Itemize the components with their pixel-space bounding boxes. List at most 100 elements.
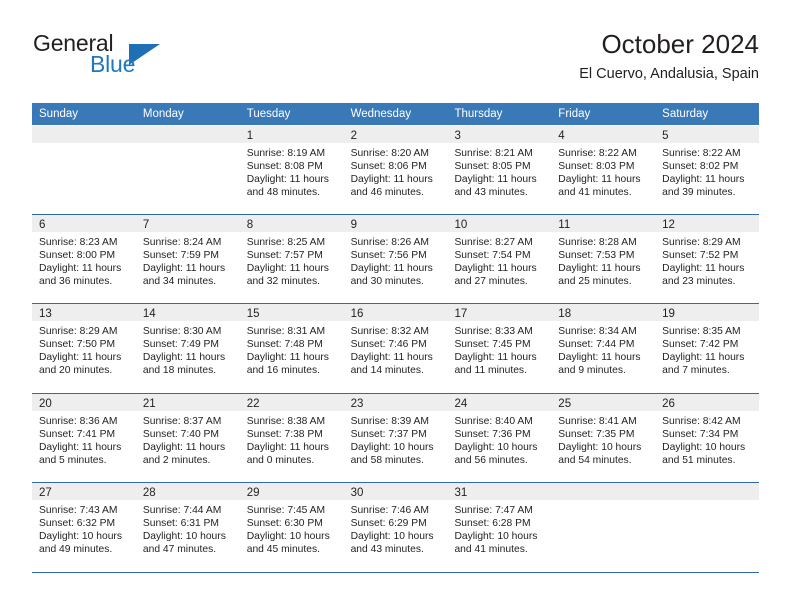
daylight-text-line2: and 41 minutes. [454, 544, 528, 556]
day-number: 12 [662, 218, 675, 231]
calendar-empty-cell [655, 483, 760, 572]
day-number: 13 [39, 308, 52, 320]
weekday-header-tuesday: Tuesday [246, 108, 291, 120]
day-details: Sunrise: 8:34 AM Sunset: 7:44 PM Daylight:… [551, 321, 655, 377]
daylight-text-line2: and 36 minutes. [39, 275, 113, 287]
day-number-band: 5 [655, 126, 760, 143]
calendar-day-cell[interactable]: 9 Sunrise: 8:26 AM Sunset: 7:56 PM Daylight… [343, 214, 448, 303]
calendar-day-cell[interactable]: 23 Sunrise: 8:39 AM Sunset: 7:37 PM Dayligh… [343, 393, 448, 482]
calendar-day-cell[interactable]: 26 Sunrise: 8:42 AM Sunset: 7:34 PM Dayligh… [655, 393, 760, 482]
sunset-text: Sunset: 7:52 PM [662, 249, 739, 261]
daylight-text-line2: and 47 minutes. [142, 544, 217, 556]
day-number-band: 4 [551, 126, 656, 143]
sunrise-text: Sunrise: 7:44 AM [142, 505, 222, 516]
sunset-text: Sunset: 7:57 PM [246, 249, 323, 261]
daylight-text-line2: and 16 minutes. [246, 365, 320, 377]
day-number-band: 1 [239, 126, 344, 143]
daylight-text-line2: and 0 minutes. [246, 454, 315, 466]
calendar-day-cell[interactable]: 15 Sunrise: 8:31 AM Sunset: 7:48 PM Dayligh… [239, 304, 344, 393]
sunset-text: Sunset: 7:46 PM [350, 339, 427, 351]
weekday-header-sunday: Sunday [39, 108, 79, 120]
sunset-text: Sunset: 6:32 PM [39, 518, 116, 530]
day-details: Sunrise: 8:23 AM Sunset: 8:00 PM Daylight:… [32, 232, 136, 288]
daylight-text-line1: Daylight: 11 hours [246, 262, 329, 274]
calendar-day-cell[interactable]: 3 Sunrise: 8:21 AM Sunset: 8:05 PM Daylight… [447, 126, 552, 214]
daylight-text-line1: Daylight: 10 hours [454, 441, 538, 453]
sunset-text: Sunset: 7:35 PM [558, 428, 635, 440]
day-number-band [551, 483, 656, 500]
sunrise-text: Sunrise: 8:22 AM [662, 148, 741, 159]
day-details: Sunrise: 8:22 AM Sunset: 8:02 PM Daylight:… [655, 143, 759, 199]
daylight-text-line2: and 20 minutes. [39, 365, 113, 377]
calendar-day-cell[interactable]: 1 Sunrise: 8:19 AM Sunset: 8:08 PM Daylight… [239, 126, 344, 214]
calendar-day-cell[interactable]: 24 Sunrise: 8:40 AM Sunset: 7:36 PM Dayligh… [447, 393, 552, 482]
day-details: Sunrise: 8:32 AM Sunset: 7:46 PM Daylight:… [344, 321, 448, 377]
daylight-text-line2: and 51 minutes. [662, 454, 736, 466]
sunset-text: Sunset: 7:37 PM [350, 428, 427, 440]
weekday-header-monday: Monday [142, 108, 184, 120]
calendar-day-cell[interactable]: 21 Sunrise: 8:37 AM Sunset: 7:40 PM Dayligh… [135, 393, 240, 482]
day-details: Sunrise: 8:36 AM Sunset: 7:41 PM Daylight:… [32, 411, 136, 467]
day-number: 24 [454, 397, 468, 410]
calendar-day-cell[interactable]: 31 Sunrise: 7:47 AM Sunset: 6:28 PM Dayligh… [447, 483, 552, 572]
calendar-day-cell[interactable]: 5 Sunrise: 8:22 AM Sunset: 8:02 PM Daylight… [655, 126, 760, 214]
sunset-text: Sunset: 7:49 PM [142, 339, 219, 351]
calendar-day-cell[interactable]: 10 Sunrise: 8:27 AM Sunset: 7:54 PM Dayligh… [447, 214, 552, 303]
daylight-text-line2: and 23 minutes. [662, 275, 736, 287]
sunrise-text: Sunrise: 8:41 AM [558, 415, 637, 427]
day-details [655, 500, 759, 504]
calendar-day-cell[interactable]: 6 Sunrise: 8:23 AM Sunset: 8:00 PM Daylight… [32, 214, 136, 303]
calendar-day-cell[interactable]: 8 Sunrise: 8:25 AM Sunset: 7:57 PM Daylight… [239, 214, 344, 303]
title-block: October 2024 El Cuervo, Andalusia, Spain [579, 28, 759, 84]
day-number-band: 28 [135, 483, 240, 500]
day-number-band: 2 [343, 126, 448, 143]
calendar-day-cell[interactable]: 25 Sunrise: 8:41 AM Sunset: 7:35 PM Dayligh… [551, 393, 656, 482]
calendar-day-cell[interactable]: 28 Sunrise: 7:44 AM Sunset: 6:31 PM Dayligh… [135, 483, 240, 572]
day-number-band [135, 126, 240, 143]
daylight-text-line1: Daylight: 11 hours [662, 174, 745, 186]
day-number: 8 [246, 218, 254, 231]
daylight-text-line1: Daylight: 10 hours [39, 531, 122, 543]
sunset-text: Sunset: 8:05 PM [454, 161, 531, 173]
day-number: 19 [662, 308, 675, 320]
calendar-day-cell[interactable]: 14 Sunrise: 8:30 AM Sunset: 7:49 PM Dayligh… [135, 304, 240, 393]
sunrise-text: Sunrise: 8:32 AM [350, 326, 429, 337]
daylight-text-line2: and 39 minutes. [662, 187, 736, 199]
calendar-day-cell[interactable]: 11 Sunrise: 8:28 AM Sunset: 7:53 PM Dayligh… [551, 214, 656, 303]
daylight-text-line1: Daylight: 11 hours [558, 262, 641, 274]
daylight-text-line1: Daylight: 10 hours [662, 441, 746, 453]
calendar-day-cell[interactable]: 20 Sunrise: 8:36 AM Sunset: 7:41 PM Dayligh… [32, 393, 136, 482]
day-details: Sunrise: 8:41 AM Sunset: 7:35 PM Daylight:… [551, 411, 655, 467]
day-number: 28 [142, 487, 156, 499]
calendar-day-cell[interactable]: 2 Sunrise: 8:20 AM Sunset: 8:06 PM Daylight… [343, 126, 448, 214]
calendar-day-cell[interactable]: 29 Sunrise: 7:45 AM Sunset: 6:30 PM Dayligh… [239, 483, 344, 572]
calendar-day-cell[interactable]: 7 Sunrise: 8:24 AM Sunset: 7:59 PM Daylight… [135, 214, 240, 303]
calendar-day-cell[interactable]: 27 Sunrise: 7:43 AM Sunset: 6:32 PM Dayligh… [32, 483, 136, 572]
sunrise-text: Sunrise: 8:28 AM [558, 236, 637, 248]
daylight-text-line2: and 2 minutes. [142, 454, 211, 466]
day-details: Sunrise: 7:46 AM Sunset: 6:29 PM Daylight:… [344, 500, 448, 556]
calendar-day-cell[interactable]: 17 Sunrise: 8:33 AM Sunset: 7:45 PM Dayligh… [447, 304, 552, 393]
day-number: 20 [39, 397, 52, 410]
calendar-day-cell[interactable]: 30 Sunrise: 7:46 AM Sunset: 6:29 PM Dayligh… [343, 483, 448, 572]
daylight-text-line1: Daylight: 11 hours [142, 262, 226, 274]
sunrise-text: Sunrise: 8:39 AM [350, 415, 429, 427]
calendar-day-cell[interactable]: 22 Sunrise: 8:38 AM Sunset: 7:38 PM Dayligh… [239, 393, 344, 482]
daylight-text-line2: and 43 minutes. [454, 187, 528, 199]
day-details: Sunrise: 8:33 AM Sunset: 7:45 PM Daylight:… [447, 321, 551, 377]
calendar-day-cell[interactable]: 13 Sunrise: 8:29 AM Sunset: 7:50 PM Dayligh… [32, 304, 136, 393]
calendar-day-cell[interactable]: 16 Sunrise: 8:32 AM Sunset: 7:46 PM Dayligh… [343, 304, 448, 393]
calendar-day-cell[interactable]: 19 Sunrise: 8:35 AM Sunset: 7:42 PM Dayligh… [655, 304, 760, 393]
daylight-text-line1: Daylight: 11 hours [454, 352, 537, 364]
sunrise-text: Sunrise: 8:29 AM [662, 236, 741, 248]
calendar-day-cell[interactable]: 4 Sunrise: 8:22 AM Sunset: 8:03 PM Daylight… [551, 126, 656, 214]
daylight-text-line1: Daylight: 11 hours [39, 441, 122, 453]
sunset-text: Sunset: 6:30 PM [246, 518, 323, 530]
calendar-day-cell[interactable]: 12 Sunrise: 8:29 AM Sunset: 7:52 PM Dayligh… [655, 214, 760, 303]
daylight-text-line1: Daylight: 11 hours [246, 174, 329, 186]
day-number: 14 [142, 308, 156, 320]
calendar-day-cell[interactable]: 18 Sunrise: 8:34 AM Sunset: 7:44 PM Dayligh… [551, 304, 656, 393]
general-blue-logo[interactable]: General Blue [33, 30, 243, 86]
day-number-band: 15 [239, 304, 344, 321]
day-number-band: 19 [655, 304, 760, 321]
